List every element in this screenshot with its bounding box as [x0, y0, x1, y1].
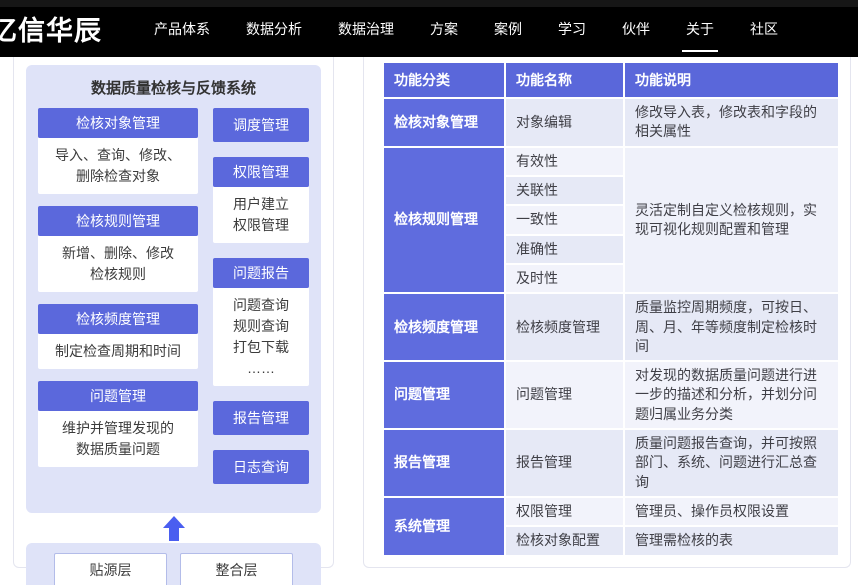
feature-name-cell: 准确性: [506, 236, 623, 263]
nav-item-6[interactable]: 伙伴: [622, 15, 650, 43]
feature-table-card: 功能分类功能名称功能说明 检核对象管理对象编辑修改导入表，修改表和字段的相关属性…: [363, 57, 851, 568]
column-header: 功能说明: [625, 63, 838, 97]
feature-desc-cell: 对发现的数据质量问题进行进一步的描述和分析，并划分问题归属业务分类: [625, 362, 838, 428]
table-row: 检核对象管理对象编辑修改导入表，修改表和字段的相关属性: [384, 99, 838, 146]
feature-name-cell: 检核频度管理: [506, 294, 623, 360]
diagram-module: 检核频度管理制定检查周期和时间: [38, 304, 198, 369]
layer-box: 贴源层: [54, 553, 167, 585]
feature-name-cell: 一致性: [506, 206, 623, 233]
layer-box: 整合层: [180, 553, 293, 585]
feature-desc-cell: 灵活定制自定义检核规则，实现可视化规则配置和管理: [625, 148, 838, 293]
nav-item-5[interactable]: 学习: [558, 15, 586, 43]
feature-name-cell: 报告管理: [506, 430, 623, 496]
feature-table-body: 检核对象管理对象编辑修改导入表，修改表和字段的相关属性检核规则管理有效性灵活定制…: [384, 99, 838, 555]
nav-item-2[interactable]: 数据治理: [338, 15, 394, 43]
feature-table: 功能分类功能名称功能说明 检核对象管理对象编辑修改导入表，修改表和字段的相关属性…: [382, 61, 840, 557]
module-body: 导入、查询、修改、 删除检查对象: [38, 138, 198, 194]
nav-menu: 产品体系 数据分析 数据治理 方案 案例 学习 伙伴 关于 社区: [154, 15, 778, 43]
category-cell: 检核规则管理: [384, 148, 504, 293]
diagram-module: 日志查询: [213, 450, 309, 484]
feature-desc-cell: 修改导入表，修改表和字段的相关属性: [625, 99, 838, 146]
feature-desc-cell: 管理员、操作员权限设置: [625, 498, 838, 525]
nav-item-8[interactable]: 社区: [750, 15, 778, 43]
module-body: 维护并管理发现的 数据质量问题: [38, 411, 198, 467]
module-header: 权限管理: [213, 157, 309, 187]
table-row: 检核频度管理检核频度管理质量监控周期频度，可按日、周、月、年等频度制定检核时间: [384, 294, 838, 360]
category-cell: 系统管理: [384, 498, 504, 555]
nav-item-1[interactable]: 数据分析: [246, 15, 302, 43]
nav-item-7[interactable]: 关于: [686, 15, 714, 43]
column-header: 功能分类: [384, 63, 504, 97]
feature-name-cell: 检核对象配置: [506, 527, 623, 554]
module-body: 用户建立 权限管理: [213, 187, 309, 243]
data-layers-panel: 贴源层整合层汇总层集市层: [26, 543, 321, 585]
nav-item-4[interactable]: 案例: [494, 15, 522, 43]
feature-desc-cell: 管理需检核的表: [625, 527, 838, 554]
diagram-module: 调度管理: [213, 108, 309, 142]
diagram-module: 报告管理: [213, 401, 309, 435]
diagram-title: 数据质量检核与反馈系统: [38, 77, 309, 98]
diagram-module: 问题报告问题查询 规则查询 打包下载 ……: [213, 258, 309, 386]
top-nav: 亿信华辰 产品体系 数据分析 数据治理 方案 案例 学习 伙伴 关于 社区: [0, 0, 858, 57]
diagram-left-column: 检核对象管理导入、查询、修改、 删除检查对象检核规则管理新增、删除、修改 检核规…: [38, 108, 198, 499]
diagram-module: 检核规则管理新增、删除、修改 检核规则: [38, 206, 198, 292]
feature-name-cell: 有效性: [506, 148, 623, 175]
module-header: 检核频度管理: [38, 304, 198, 334]
table-row: 系统管理权限管理管理员、操作员权限设置: [384, 498, 838, 525]
feature-desc-cell: 质量监控周期频度，可按日、周、月、年等频度制定检核时间: [625, 294, 838, 360]
diagram-module: 问题管理维护并管理发现的 数据质量问题: [38, 381, 198, 467]
module-body: 新增、删除、修改 检核规则: [38, 236, 198, 292]
nav-item-0[interactable]: 产品体系: [154, 15, 210, 43]
feature-desc-cell: 质量问题报告查询，并可按照部门、系统、问题进行汇总查询: [625, 430, 838, 496]
nav-item-3[interactable]: 方案: [430, 15, 458, 43]
category-cell: 检核频度管理: [384, 294, 504, 360]
category-cell: 检核对象管理: [384, 99, 504, 146]
page-content: 数据质量检核与反馈系统 检核对象管理导入、查询、修改、 删除检查对象检核规则管理…: [0, 57, 858, 568]
table-row: 检核规则管理有效性灵活定制自定义检核规则，实现可视化规则配置和管理: [384, 148, 838, 175]
column-header: 功能名称: [506, 63, 623, 97]
module-header: 报告管理: [213, 401, 309, 435]
module-body: 制定检查周期和时间: [38, 334, 198, 369]
module-header: 调度管理: [213, 108, 309, 142]
feature-name-cell: 对象编辑: [506, 99, 623, 146]
table-row: 问题管理问题管理对发现的数据质量问题进行进一步的描述和分析，并划分问题归属业务分…: [384, 362, 838, 428]
category-cell: 问题管理: [384, 362, 504, 428]
system-diagram-card: 数据质量检核与反馈系统 检核对象管理导入、查询、修改、 删除检查对象检核规则管理…: [13, 57, 334, 568]
feature-name-cell: 问题管理: [506, 362, 623, 428]
category-cell: 报告管理: [384, 430, 504, 496]
feature-name-cell: 权限管理: [506, 498, 623, 525]
diagram-panel: 数据质量检核与反馈系统 检核对象管理导入、查询、修改、 删除检查对象检核规则管理…: [26, 65, 321, 513]
up-arrow-icon: [163, 516, 185, 541]
module-body: 问题查询 规则查询 打包下载 ……: [213, 288, 309, 386]
module-header: 日志查询: [213, 450, 309, 484]
module-header: 检核规则管理: [38, 206, 198, 236]
module-header: 检核对象管理: [38, 108, 198, 138]
diagram-module: 权限管理用户建立 权限管理: [213, 157, 309, 243]
brand-logo[interactable]: 亿信华辰: [0, 9, 102, 48]
diagram-right-column: 调度管理权限管理用户建立 权限管理问题报告问题查询 规则查询 打包下载 …… 报告…: [213, 108, 309, 499]
feature-name-cell: 及时性: [506, 265, 623, 292]
feature-name-cell: 关联性: [506, 177, 623, 204]
table-header-row: 功能分类功能名称功能说明: [384, 63, 838, 97]
table-row: 报告管理报告管理质量问题报告查询，并可按照部门、系统、问题进行汇总查询: [384, 430, 838, 496]
module-header: 问题管理: [38, 381, 198, 411]
diagram-module: 检核对象管理导入、查询、修改、 删除检查对象: [38, 108, 198, 194]
module-header: 问题报告: [213, 258, 309, 288]
